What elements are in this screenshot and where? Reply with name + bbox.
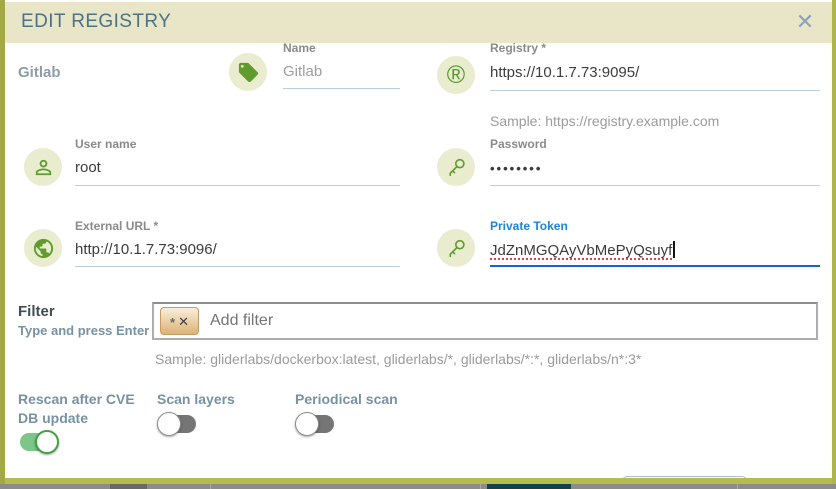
name-field-underline (283, 88, 400, 89)
external-url-field-label: External URL * (75, 219, 159, 233)
dialog-title: EDIT REGISTRY (21, 11, 172, 32)
registry-field-input[interactable]: https://10.1.7.73:9095/ (490, 64, 639, 81)
password-field-underline (490, 185, 820, 186)
periodical-scan-toggle-label: Periodical scan (295, 391, 398, 407)
rescan-toggle[interactable] (18, 430, 60, 454)
name-field-input[interactable]: Gitlab (283, 63, 322, 80)
filter-instruction: Type and press Enter (18, 323, 150, 338)
tag-icon (229, 53, 267, 91)
registry-field-label: Registry * (490, 41, 547, 55)
background-divider (480, 484, 481, 489)
password-field-input[interactable]: •••••••• (490, 161, 542, 176)
filter-placeholder: Add filter (210, 312, 274, 329)
registered-trademark-icon: ® (437, 56, 475, 94)
name-field-label: Name (283, 41, 316, 55)
password-field-label: Password (490, 137, 547, 151)
filter-section-label: Filter (18, 303, 55, 320)
external-url-field-underline (75, 266, 400, 267)
dialog-border-right (832, 0, 836, 484)
username-field-label: User name (75, 137, 137, 151)
globe-icon (24, 229, 62, 267)
text-cursor (673, 241, 676, 258)
background-divider (737, 484, 738, 489)
edit-registry-dialog: EDIT REGISTRY ✕ Gitlab Name Gitlab ® Reg… (0, 0, 836, 489)
key-icon (437, 229, 475, 267)
scan-layers-toggle[interactable] (157, 412, 199, 436)
periodical-scan-toggle[interactable] (295, 412, 337, 436)
close-icon: ✕ (795, 9, 815, 34)
clear-x-icon: ✕ (178, 313, 189, 329)
private-token-text: JdZnMGQAyVbMePyQsuyf (490, 242, 673, 259)
rescan-toggle-label: Rescan after CVE DB update (18, 391, 135, 426)
asterisk-icon: * (170, 314, 176, 330)
registry-sample-hint: Sample: https://registry.example.com (490, 113, 720, 129)
private-token-field-label: Private Token (490, 219, 568, 233)
username-field-input[interactable]: root (75, 159, 101, 176)
dialog-header: EDIT REGISTRY ✕ (5, 2, 832, 43)
external-url-field-input[interactable]: http://10.1.7.73:9096/ (75, 241, 217, 258)
person-icon (24, 148, 62, 186)
toggle-knob (295, 412, 319, 436)
dialog-border-left (0, 0, 5, 484)
private-token-field-input[interactable]: JdZnMGQAyVbMePyQsuyf (490, 241, 676, 259)
toggle-knob (35, 430, 59, 454)
filter-sample-hint: Sample: gliderlabs/dockerbox:latest, gli… (155, 351, 642, 367)
registry-display-name: Gitlab (18, 64, 61, 81)
background-segment (487, 484, 571, 489)
private-token-focus-underline (490, 265, 820, 267)
key-icon (437, 148, 475, 186)
filter-clear-chip[interactable]: * ✕ (160, 307, 199, 335)
registry-field-underline (490, 90, 820, 91)
background-page-strip (0, 484, 836, 489)
filter-input-box[interactable]: * ✕ Add filter (152, 302, 818, 340)
background-segment (110, 484, 147, 489)
username-field-underline (75, 185, 400, 186)
scan-layers-toggle-label: Scan layers (157, 391, 235, 407)
toggle-knob (157, 412, 181, 436)
background-divider (210, 484, 211, 489)
close-button[interactable]: ✕ (790, 7, 820, 37)
